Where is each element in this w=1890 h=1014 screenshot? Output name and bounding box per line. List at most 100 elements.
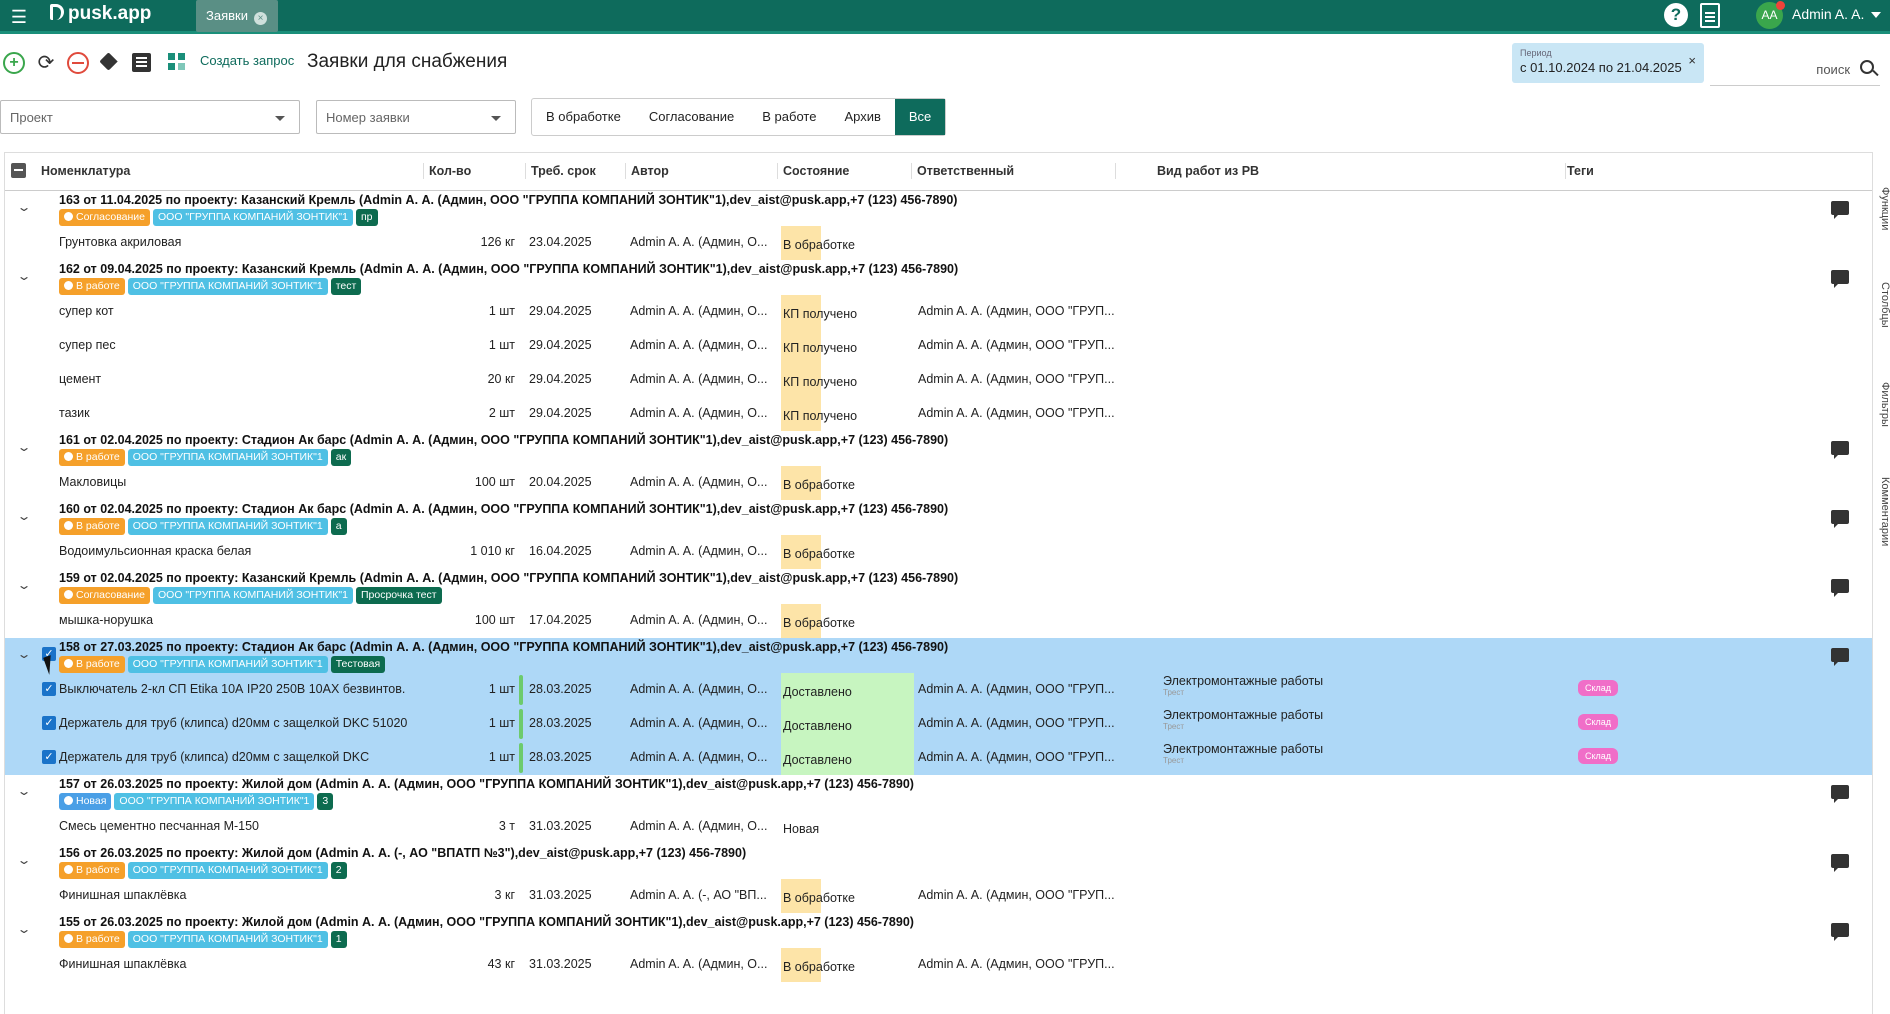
add-icon[interactable]: + (3, 52, 25, 74)
row-checkbox[interactable]: ✓ (42, 716, 56, 730)
remove-icon[interactable] (67, 52, 89, 74)
col-due[interactable]: Треб. срок (531, 164, 596, 178)
table-row[interactable]: Смесь цементно песчанная М-150 3 т 31.03.2… (5, 810, 1872, 844)
col-work-type[interactable]: Вид работ из РВ (1157, 164, 1259, 178)
row-checkbox[interactable]: ✓ (42, 682, 56, 696)
table-row[interactable]: ✓ Держатель для труб (клипса) d20мм с защ… (5, 707, 1872, 741)
table-row[interactable]: цемент 20 кг 29.04.2025 Admin A. A. (Админ,… (5, 363, 1872, 397)
row-checkbox[interactable]: ✓ (42, 750, 56, 764)
tag-icon[interactable] (99, 52, 121, 74)
close-tab-icon[interactable]: × (253, 12, 267, 25)
comment-icon[interactable] (1831, 579, 1849, 597)
col-responsible[interactable]: Ответственный (917, 164, 1014, 178)
grid-icon[interactable] (168, 53, 186, 71)
request-tags: В работе ООО "ГРУППА КОМПАНИЙ ЗОНТИК"1 ак (59, 449, 352, 466)
search-field[interactable]: поиск (1710, 42, 1880, 86)
segment-processing[interactable]: В обработке (532, 99, 635, 135)
project-select[interactable]: Проект (0, 100, 300, 134)
chevron-down-icon[interactable]: ⌄ (16, 853, 31, 867)
comment-icon[interactable] (1831, 648, 1849, 666)
chevron-down-icon[interactable]: ⌄ (16, 200, 31, 214)
request-title[interactable]: 159 от 02.04.2025 по проекту: Казанский … (59, 571, 958, 585)
menu-icon[interactable]: ☰ (8, 6, 30, 28)
app-logo[interactable]: pusk.app (50, 3, 151, 25)
tab-requests[interactable]: Заявки × (196, 0, 278, 32)
request-title[interactable]: 157 от 26.03.2025 по проекту: Жилой дом … (59, 777, 914, 791)
chevron-down-icon[interactable]: ⌄ (16, 269, 31, 283)
col-author[interactable]: Автор (631, 164, 669, 178)
request-title[interactable]: 158 от 27.03.2025 по проекту: Стадион Ак… (59, 640, 948, 654)
table-row[interactable]: ✓ Держатель для труб (клипса) d20мм с защ… (5, 741, 1872, 775)
user-menu-chevron-icon[interactable] (1871, 12, 1881, 18)
item-author: Admin A. A. (Админ, О... (630, 304, 768, 318)
table-row[interactable]: тазик 2 шт 29.04.2025 Admin A. A. (Админ, О… (5, 397, 1872, 431)
request-group-row[interactable]: ⌄ 161 от 02.04.2025 по проекту: Стадион А… (5, 431, 1872, 466)
request-group-row[interactable]: ⌄ ✓ 158 от 27.03.2025 по проекту: Стадион … (5, 638, 1872, 673)
table-row[interactable]: супер пес 1 шт 29.04.2025 Admin A. A. (Адми… (5, 329, 1872, 363)
table-row[interactable]: Грунтовка акриловая 126 кг 23.04.2025 Admin… (5, 226, 1872, 260)
segment-all[interactable]: Все (894, 99, 946, 135)
logo-text: pusk.app (68, 3, 152, 24)
comment-icon[interactable] (1831, 441, 1849, 459)
segment-approval[interactable]: Согласование (635, 99, 748, 135)
request-group-row[interactable]: ⌄ 157 от 26.03.2025 по проекту: Жилой дом… (5, 775, 1872, 810)
table-row[interactable]: мышка-норушка 100 шт 17.04.2025 Admin A. A.… (5, 604, 1872, 638)
item-due-date: 31.03.2025 (529, 888, 592, 902)
refresh-icon[interactable]: ⟳ (35, 52, 57, 74)
side-tab-comments[interactable]: Комментарии (1873, 477, 1890, 546)
request-title[interactable]: 162 от 09.04.2025 по проекту: Казанский … (59, 262, 958, 276)
chevron-down-icon[interactable]: ⌄ (16, 578, 31, 592)
col-nomenclature[interactable]: Номенклатура (41, 164, 130, 178)
status-badge: В работе (59, 278, 125, 295)
request-title[interactable]: 161 от 02.04.2025 по проекту: Стадион Ак… (59, 433, 948, 447)
list-icon[interactable] (132, 53, 151, 72)
help-icon[interactable]: ? (1664, 3, 1688, 27)
side-tab-columns[interactable]: Столбцы (1873, 282, 1890, 328)
table-row[interactable]: Финишная шпаклёвка 43 кг 31.03.2025 Admin A… (5, 948, 1872, 982)
document-icon[interactable] (1700, 3, 1720, 28)
table-row[interactable]: Финишная шпаклёвка 3 кг 31.03.2025 Admin A.… (5, 879, 1872, 913)
request-number-select[interactable]: Номер заявки (316, 100, 516, 134)
comment-icon[interactable] (1831, 270, 1849, 288)
segment-in-work[interactable]: В работе (748, 99, 830, 135)
side-tab-functions[interactable]: Функции (1873, 187, 1890, 230)
table-row[interactable]: ✓ Выключатель 2-кл СП Etika 10А IP20 250В… (5, 673, 1872, 707)
chevron-down-icon[interactable]: ⌄ (16, 509, 31, 523)
select-all-checkbox[interactable] (11, 163, 26, 178)
table-row[interactable]: Водоимульсионная краска белая 1 010 кг 16.… (5, 535, 1872, 569)
request-title[interactable]: 163 от 11.04.2025 по проекту: Казанский … (59, 193, 957, 207)
user-name[interactable]: Admin A. A. (1792, 6, 1864, 22)
request-title[interactable]: 156 от 26.03.2025 по проекту: Жилой дом … (59, 846, 746, 860)
comment-icon[interactable] (1831, 854, 1849, 872)
item-due-date: 23.04.2025 (529, 235, 592, 249)
request-group-row[interactable]: ⌄ 162 от 09.04.2025 по проекту: Казанский… (5, 260, 1872, 295)
comment-icon[interactable] (1831, 201, 1849, 219)
avatar[interactable]: AA (1756, 1, 1785, 29)
chevron-down-icon[interactable]: ⌄ (16, 784, 31, 798)
comment-icon[interactable] (1831, 785, 1849, 803)
request-title[interactable]: 160 от 02.04.2025 по проекту: Стадион Ак… (59, 502, 948, 516)
comment-icon[interactable] (1831, 923, 1849, 941)
col-tags[interactable]: Теги (1567, 164, 1594, 178)
period-filter[interactable]: Период с 01.10.2024 по 21.04.2025 × (1512, 43, 1704, 83)
table-row[interactable]: Макловицы 100 шт 20.04.2025 Admin A. A. (Ад… (5, 466, 1872, 500)
create-request-button[interactable]: Создать запрос (200, 53, 294, 68)
side-tab-filters[interactable]: Фильтры (1873, 382, 1890, 427)
request-group-row[interactable]: ⌄ 159 от 02.04.2025 по проекту: Казанский… (5, 569, 1872, 604)
col-qty[interactable]: Кол-во (429, 164, 471, 178)
chevron-down-icon[interactable]: ⌄ (16, 440, 31, 454)
request-group-row[interactable]: ⌄ 156 от 26.03.2025 по проекту: Жилой дом… (5, 844, 1872, 879)
col-state[interactable]: Состояние (783, 164, 849, 178)
segment-archive[interactable]: Архив (830, 99, 894, 135)
item-due-date: 16.04.2025 (529, 544, 592, 558)
request-group-row[interactable]: ⌄ 163 от 11.04.2025 по проекту: Казанский… (5, 191, 1872, 226)
request-title[interactable]: 155 от 26.03.2025 по проекту: Жилой дом … (59, 915, 914, 929)
request-group-row[interactable]: ⌄ 160 от 02.04.2025 по проекту: Стадион А… (5, 500, 1872, 535)
search-icon[interactable] (1860, 60, 1874, 74)
chevron-down-icon[interactable]: ⌄ (16, 647, 31, 661)
clear-period-icon[interactable]: × (1688, 53, 1696, 68)
chevron-down-icon[interactable]: ⌄ (16, 922, 31, 936)
table-row[interactable]: супер кот 1 шт 29.04.2025 Admin A. A. (Адми… (5, 295, 1872, 329)
request-group-row[interactable]: ⌄ 155 от 26.03.2025 по проекту: Жилой дом… (5, 913, 1872, 948)
comment-icon[interactable] (1831, 510, 1849, 528)
